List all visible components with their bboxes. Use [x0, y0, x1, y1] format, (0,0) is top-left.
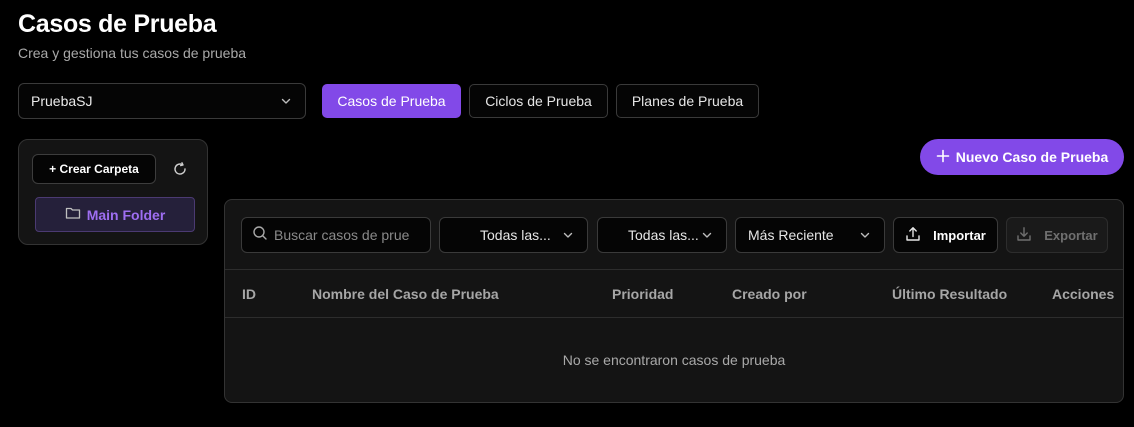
- export-button[interactable]: Exportar: [1006, 217, 1108, 253]
- tab-label: Ciclos de Prueba: [485, 93, 592, 109]
- column-header-id[interactable]: ID: [242, 286, 256, 302]
- column-header-last-result[interactable]: Último Resultado: [892, 286, 1007, 302]
- column-header-priority[interactable]: Prioridad: [612, 286, 673, 302]
- plus-icon: [936, 149, 950, 166]
- new-test-case-button[interactable]: Nuevo Caso de Prueba: [920, 139, 1124, 175]
- filter-status-select[interactable]: Todas las...: [597, 217, 727, 253]
- sidebar-item-main-folder[interactable]: Main Folder: [35, 197, 195, 232]
- search-input[interactable]: [274, 227, 424, 243]
- create-folder-label: + Crear Carpeta: [49, 162, 139, 176]
- column-header-created-by[interactable]: Creado por: [732, 286, 807, 302]
- new-test-case-label: Nuevo Caso de Prueba: [955, 149, 1109, 165]
- page-subtitle: Crea y gestiona tus casos de prueba: [18, 45, 247, 61]
- filter-priority-select[interactable]: Todas las...: [439, 217, 588, 253]
- filter-value: Todas las...: [628, 227, 699, 243]
- folder-label: Main Folder: [86, 206, 166, 223]
- download-icon: [1016, 226, 1032, 245]
- tab-ciclos-de-prueba[interactable]: Ciclos de Prueba: [469, 84, 608, 118]
- test-cases-panel: Todas las... Todas las... Más Reciente I…: [224, 199, 1124, 403]
- search-icon: [252, 225, 268, 246]
- search-field[interactable]: [241, 217, 431, 253]
- tab-casos-de-prueba[interactable]: Casos de Prueba: [322, 84, 461, 118]
- page-title: Casos de Prueba: [18, 10, 217, 38]
- table-header: ID Nombre del Caso de Prueba Prioridad C…: [225, 269, 1123, 318]
- filter-value: Todas las...: [480, 227, 551, 243]
- project-select-value: PruebaSJ: [31, 93, 93, 109]
- column-header-actions: Acciones: [1052, 286, 1115, 302]
- sort-value: Más Reciente: [748, 227, 834, 243]
- tab-label: Planes de Prueba: [631, 93, 744, 109]
- chevron-down-icon: [279, 94, 293, 108]
- sort-select[interactable]: Más Reciente: [735, 217, 885, 253]
- refresh-icon[interactable]: [171, 160, 189, 178]
- export-label: Exportar: [1044, 227, 1098, 243]
- chevron-down-icon: [561, 228, 575, 242]
- create-folder-button[interactable]: + Crear Carpeta: [32, 154, 156, 184]
- upload-icon: [905, 226, 921, 245]
- empty-state-message: No se encontraron casos de prueba: [562, 352, 786, 368]
- folder-sidebar: + Crear Carpeta Main Folder: [18, 139, 208, 245]
- chevron-down-icon: [700, 228, 714, 242]
- import-label: Importar: [933, 227, 986, 243]
- tab-label: Casos de Prueba: [337, 93, 446, 109]
- tab-planes-de-prueba[interactable]: Planes de Prueba: [616, 84, 759, 118]
- project-select[interactable]: PruebaSJ: [18, 83, 306, 119]
- folder-icon: [65, 206, 81, 223]
- import-button[interactable]: Importar: [893, 217, 998, 253]
- chevron-down-icon: [858, 228, 872, 242]
- column-header-name[interactable]: Nombre del Caso de Prueba: [312, 286, 499, 302]
